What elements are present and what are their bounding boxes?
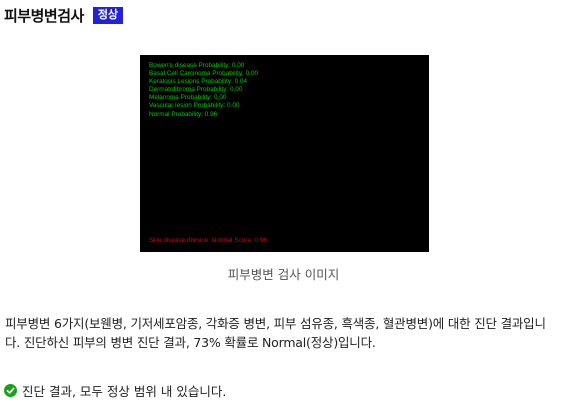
probability-bowens-disease: Bowen's disease Probability: 0.00 (149, 62, 245, 69)
header: 피부병변검사 정상 (4, 4, 124, 26)
conclusion: 진단 결과, 모두 정상 범위 내 있습니다. (4, 381, 226, 400)
probability-vascular-lesion: Vascular lesion Probability: 0.00 (149, 102, 240, 110)
division-score-text: Skin disease division: Normal Score: 0.9… (149, 237, 267, 244)
result-description: 피부병변 6가지(보웬병, 기저세포암종, 각화증 병변, 피부 섬유종, 흑색… (5, 316, 546, 350)
status-badge: 정상 (92, 6, 124, 24)
check-circle-icon (4, 384, 17, 397)
probability-list: Bowen's disease Probability: 0.00 Basal … (149, 62, 258, 119)
probability-normal: Normal Probability: 0.96 (149, 110, 218, 118)
page-title: 피부병변검사 (4, 6, 84, 25)
probability-keratosis-lesions: Keratosis Lesions Probability: 0.04 (149, 78, 248, 86)
probability-dermatofibroma: Dermatofibroma Probability: 0.00 (149, 86, 243, 94)
image-caption: 피부병변 검사 이미지 (227, 267, 340, 282)
conclusion-text: 진단 결과, 모두 정상 범위 내 있습니다. (22, 384, 227, 399)
probability-melanoma: Melanoma Probability: 0.00 (149, 94, 227, 102)
probability-basal-cell-carcinoma: Basal Cell Carcinoma Probability: 0.00 (149, 70, 259, 78)
diagnosis-result-image: Bowen's disease Probability: 0.00 Basal … (140, 55, 429, 252)
